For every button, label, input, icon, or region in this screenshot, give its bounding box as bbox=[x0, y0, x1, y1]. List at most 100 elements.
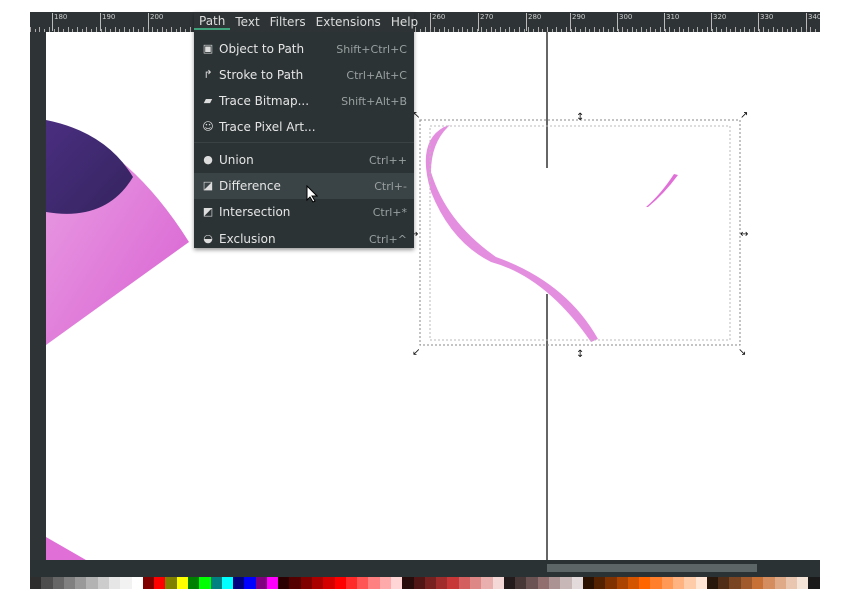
menu-item-exclusion[interactable]: ◒ Exclusion Ctrl+^ bbox=[194, 226, 414, 252]
palette-swatch[interactable] bbox=[616, 577, 628, 589]
drawing-canvas[interactable]: ↖ ↕ ↗ ↔ ↔ ↙ ↕ ↘ bbox=[46, 32, 820, 560]
trace-pixel-art-icon: ☺ bbox=[202, 120, 214, 133]
palette-swatch[interactable] bbox=[357, 577, 369, 589]
selection-bbox bbox=[419, 119, 741, 346]
palette-swatch[interactable] bbox=[808, 577, 820, 589]
palette-swatch[interactable] bbox=[289, 577, 301, 589]
palette-swatch[interactable] bbox=[481, 577, 493, 589]
menu-item-difference[interactable]: ◪ Difference Ctrl+- bbox=[194, 173, 414, 199]
color-palette[interactable] bbox=[30, 577, 820, 589]
palette-swatch[interactable] bbox=[492, 577, 504, 589]
exclusion-icon: ◒ bbox=[203, 232, 213, 245]
palette-swatch[interactable] bbox=[368, 577, 380, 589]
palette-swatch[interactable] bbox=[52, 577, 64, 589]
palette-swatch[interactable] bbox=[391, 577, 403, 589]
menu-item-trace-bitmap[interactable]: ▰ Trace Bitmap... Shift+Alt+B bbox=[194, 88, 414, 114]
palette-swatch[interactable] bbox=[469, 577, 482, 589]
menu-item-shortcut: Shift+Ctrl+C bbox=[336, 42, 407, 56]
palette-swatch[interactable] bbox=[526, 577, 538, 589]
palette-swatch[interactable] bbox=[447, 577, 459, 589]
palette-swatch[interactable] bbox=[30, 577, 42, 589]
menu-item-union[interactable]: ● Union Ctrl++ bbox=[194, 147, 414, 173]
palette-swatch[interactable] bbox=[661, 577, 674, 589]
palette-swatch[interactable] bbox=[154, 577, 166, 589]
palette-swatch[interactable] bbox=[402, 577, 414, 589]
palette-swatch[interactable] bbox=[537, 577, 549, 589]
palette-swatch[interactable] bbox=[650, 577, 662, 589]
palette-swatch[interactable] bbox=[345, 577, 358, 589]
menu-item-label: Trace Pixel Art... bbox=[219, 120, 316, 134]
menu-text[interactable]: Text bbox=[230, 15, 264, 29]
palette-swatch[interactable] bbox=[752, 577, 764, 589]
palette-swatch[interactable] bbox=[729, 577, 741, 589]
mouse-cursor-icon bbox=[306, 184, 319, 207]
palette-swatch[interactable] bbox=[413, 577, 425, 589]
palette-swatch[interactable] bbox=[63, 577, 76, 589]
menu-item-object-to-path[interactable]: ▣ Object to Path Shift+Ctrl+C bbox=[194, 36, 414, 62]
palette-swatch[interactable] bbox=[582, 577, 595, 589]
palette-swatch[interactable] bbox=[210, 577, 222, 589]
palette-swatch[interactable] bbox=[797, 577, 809, 589]
union-icon: ● bbox=[203, 153, 213, 166]
palette-swatch[interactable] bbox=[718, 577, 730, 589]
menu-item-label: Exclusion bbox=[219, 232, 276, 246]
vertical-ruler[interactable] bbox=[30, 32, 46, 560]
menu-extensions[interactable]: Extensions bbox=[311, 15, 386, 29]
palette-swatch[interactable] bbox=[560, 577, 572, 589]
menu-item-stroke-to-path[interactable]: ↱ Stroke to Path Ctrl+Alt+C bbox=[194, 62, 414, 88]
palette-swatch[interactable] bbox=[548, 577, 561, 589]
palette-swatch[interactable] bbox=[142, 577, 155, 589]
palette-swatch[interactable] bbox=[176, 577, 188, 589]
palette-swatch[interactable] bbox=[515, 577, 527, 589]
palette-swatch[interactable] bbox=[379, 577, 391, 589]
palette-swatch[interactable] bbox=[266, 577, 279, 589]
palette-swatch[interactable] bbox=[244, 577, 256, 589]
menu-path[interactable]: Path bbox=[194, 14, 231, 30]
palette-swatch[interactable] bbox=[221, 577, 234, 589]
palette-swatch[interactable] bbox=[312, 577, 324, 589]
palette-swatch[interactable] bbox=[571, 577, 583, 589]
horizontal-scrollbar[interactable] bbox=[547, 564, 757, 572]
menu-filters[interactable]: Filters bbox=[265, 15, 311, 29]
palette-swatch[interactable] bbox=[108, 577, 121, 589]
palette-swatch[interactable] bbox=[627, 577, 640, 589]
palette-swatch[interactable] bbox=[503, 577, 516, 589]
palette-swatch[interactable] bbox=[695, 577, 707, 589]
pink-corner-shape[interactable] bbox=[46, 537, 86, 560]
palette-swatch[interactable] bbox=[639, 577, 651, 589]
palette-swatch[interactable] bbox=[774, 577, 786, 589]
palette-swatch[interactable] bbox=[684, 577, 696, 589]
palette-swatch[interactable] bbox=[740, 577, 752, 589]
menu-item-intersection[interactable]: ◩ Intersection Ctrl+* bbox=[194, 199, 414, 225]
palette-swatch[interactable] bbox=[75, 577, 87, 589]
palette-swatch[interactable] bbox=[41, 577, 53, 589]
pink-curve-shape[interactable] bbox=[425, 125, 598, 342]
palette-swatch[interactable] bbox=[187, 577, 200, 589]
palette-swatch[interactable] bbox=[763, 577, 775, 589]
palette-swatch[interactable] bbox=[165, 577, 177, 589]
palette-swatch[interactable] bbox=[424, 577, 437, 589]
palette-swatch[interactable] bbox=[86, 577, 98, 589]
palette-swatch[interactable] bbox=[233, 577, 245, 589]
menu-item-trace-pixel-art[interactable]: ☺ Trace Pixel Art... bbox=[194, 114, 414, 140]
palette-swatch[interactable] bbox=[458, 577, 470, 589]
object-to-path-icon: ▣ bbox=[202, 42, 214, 55]
pink-arc-shape[interactable] bbox=[646, 174, 678, 207]
palette-swatch[interactable] bbox=[706, 577, 719, 589]
palette-swatch[interactable] bbox=[436, 577, 448, 589]
palette-swatch[interactable] bbox=[255, 577, 267, 589]
palette-swatch[interactable] bbox=[673, 577, 685, 589]
palette-swatch[interactable] bbox=[605, 577, 617, 589]
palette-swatch[interactable] bbox=[131, 577, 143, 589]
palette-swatch[interactable] bbox=[278, 577, 290, 589]
palette-swatch[interactable] bbox=[199, 577, 211, 589]
palette-swatch[interactable] bbox=[97, 577, 109, 589]
palette-swatch[interactable] bbox=[785, 577, 798, 589]
palette-swatch[interactable] bbox=[334, 577, 346, 589]
menu-help[interactable]: Help bbox=[386, 15, 423, 29]
palette-swatch[interactable] bbox=[120, 577, 132, 589]
palette-swatch[interactable] bbox=[323, 577, 335, 589]
horizontal-ruler[interactable]: 180 190 200 260 270 280 290 300 310 320 330 340 bbox=[30, 12, 820, 32]
palette-swatch[interactable] bbox=[594, 577, 606, 589]
palette-swatch[interactable] bbox=[300, 577, 313, 589]
